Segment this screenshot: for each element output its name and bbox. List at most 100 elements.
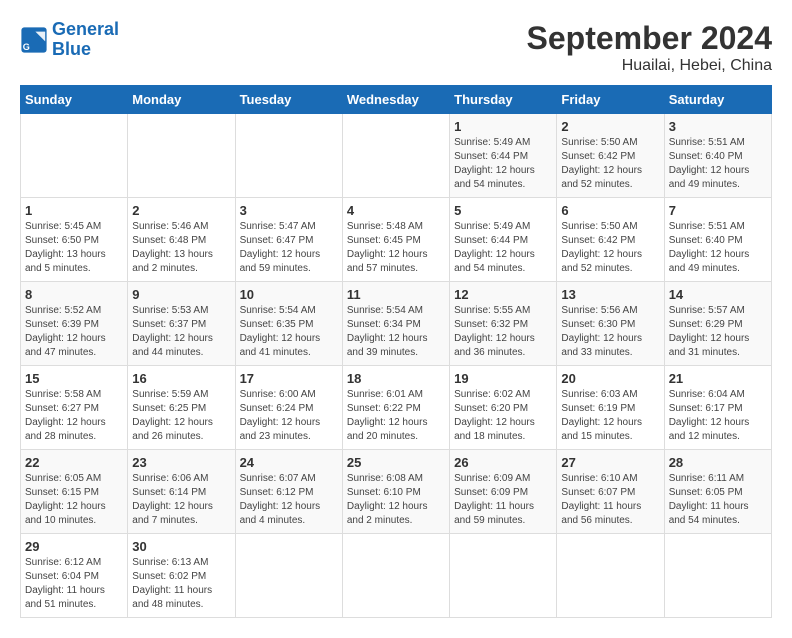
day-cell: 15 Sunrise: 5:58 AMSunset: 6:27 PMDayligh… [21, 366, 128, 450]
day-info: Sunrise: 5:54 AMSunset: 6:34 PMDaylight:… [347, 304, 445, 360]
day-number: 1 [25, 203, 123, 218]
day-cell: 14Sunrise: 5:57 AMSunset: 6:29 PMDayligh… [664, 282, 771, 366]
day-cell: 17Sunrise: 6:00 AMSunset: 6:24 PMDayligh… [235, 366, 342, 450]
day-number: 26 [454, 455, 552, 470]
day-info: Sunrise: 5:50 AMSunset: 6:42 PMDaylight:… [561, 136, 659, 192]
day-number: 12 [454, 287, 552, 302]
day-info: Sunrise: 5:48 AMSunset: 6:45 PMDaylight:… [347, 220, 445, 276]
day-cell: 21 Sunrise: 6:04 AMSunset: 6:17 PMDayligh… [664, 366, 771, 450]
day-info: Sunrise: 5:56 AMSunset: 6:30 PMDaylight:… [561, 304, 659, 360]
day-info: Sunrise: 5:51 AMSunset: 6:40 PMDaylight:… [669, 136, 767, 192]
week-row-1: 1 Sunrise: 5:45 AMSunset: 6:50 PMDaylight… [21, 198, 772, 282]
day-cell: 11 Sunrise: 5:54 AMSunset: 6:34 PMDayligh… [342, 282, 449, 366]
day-info: Sunrise: 5:45 AMSunset: 6:50 PMDaylight:… [25, 220, 123, 276]
logo-line1: General [52, 19, 119, 39]
day-number: 25 [347, 455, 445, 470]
day-number: 2 [561, 119, 659, 134]
day-number: 7 [669, 203, 767, 218]
day-info: Sunrise: 6:13 AMSunset: 6:02 PMDaylight:… [132, 556, 230, 612]
day-info: Sunrise: 6:02 AMSunset: 6:20 PMDaylight:… [454, 388, 552, 444]
day-info: Sunrise: 5:49 AMSunset: 6:44 PMDaylight:… [454, 220, 552, 276]
day-cell: 25 Sunrise: 6:08 AMSunset: 6:10 PMDayligh… [342, 450, 449, 534]
day-info: Sunrise: 6:08 AMSunset: 6:10 PMDaylight:… [347, 472, 445, 528]
day-info: Sunrise: 5:57 AMSunset: 6:29 PMDaylight:… [669, 304, 767, 360]
day-cell [21, 114, 128, 198]
day-cell: 2 Sunrise: 5:46 AMSunset: 6:48 PMDaylight… [128, 198, 235, 282]
day-cell: 5Sunrise: 5:49 AMSunset: 6:44 PMDaylight… [450, 198, 557, 282]
day-info: Sunrise: 5:58 AMSunset: 6:27 PMDaylight:… [25, 388, 123, 444]
day-cell: 23 Sunrise: 6:06 AMSunset: 6:14 PMDayligh… [128, 450, 235, 534]
day-number: 20 [561, 371, 659, 386]
day-info: Sunrise: 5:55 AMSunset: 6:32 PMDaylight:… [454, 304, 552, 360]
day-cell [342, 534, 449, 618]
header-cell-saturday: Saturday [664, 86, 771, 114]
day-info: Sunrise: 6:10 AMSunset: 6:07 PMDaylight:… [561, 472, 659, 528]
header-cell-monday: Monday [128, 86, 235, 114]
logo-line2: Blue [52, 39, 91, 59]
day-info: Sunrise: 5:49 AMSunset: 6:44 PMDaylight:… [454, 136, 552, 192]
day-cell: 6Sunrise: 5:50 AMSunset: 6:42 PMDaylight… [557, 198, 664, 282]
day-number: 23 [132, 455, 230, 470]
day-cell: 8 Sunrise: 5:52 AMSunset: 6:39 PMDaylight… [21, 282, 128, 366]
header-cell-tuesday: Tuesday [235, 86, 342, 114]
day-number: 28 [669, 455, 767, 470]
day-number: 8 [25, 287, 123, 302]
day-number: 2 [132, 203, 230, 218]
day-info: Sunrise: 5:50 AMSunset: 6:42 PMDaylight:… [561, 220, 659, 276]
day-number: 13 [561, 287, 659, 302]
day-cell: 24 Sunrise: 6:07 AMSunset: 6:12 PMDayligh… [235, 450, 342, 534]
day-info: Sunrise: 5:54 AMSunset: 6:35 PMDaylight:… [240, 304, 338, 360]
day-cell [128, 114, 235, 198]
day-cell: 3 Sunrise: 5:47 AMSunset: 6:47 PMDaylight… [235, 198, 342, 282]
svg-text:G: G [23, 42, 30, 52]
day-number: 30 [132, 539, 230, 554]
day-cell [235, 114, 342, 198]
day-cell: 16Sunrise: 5:59 AMSunset: 6:25 PMDayligh… [128, 366, 235, 450]
day-info: Sunrise: 6:06 AMSunset: 6:14 PMDaylight:… [132, 472, 230, 528]
logo: G General Blue [20, 20, 119, 60]
day-cell: 19Sunrise: 6:02 AMSunset: 6:20 PMDayligh… [450, 366, 557, 450]
week-row-3: 15 Sunrise: 5:58 AMSunset: 6:27 PMDayligh… [21, 366, 772, 450]
day-cell: 20Sunrise: 6:03 AMSunset: 6:19 PMDayligh… [557, 366, 664, 450]
day-cell: 26Sunrise: 6:09 AMSunset: 6:09 PMDayligh… [450, 450, 557, 534]
day-number: 3 [669, 119, 767, 134]
header-cell-friday: Friday [557, 86, 664, 114]
day-cell [450, 534, 557, 618]
day-cell: 12 Sunrise: 5:55 AMSunset: 6:32 PMDayligh… [450, 282, 557, 366]
day-cell [342, 114, 449, 198]
day-cell: 22 Sunrise: 6:05 AMSunset: 6:15 PMDayligh… [21, 450, 128, 534]
logo-text: General Blue [52, 20, 119, 60]
day-number: 18 [347, 371, 445, 386]
day-number: 15 [25, 371, 123, 386]
day-number: 29 [25, 539, 123, 554]
day-cell: 13 Sunrise: 5:56 AMSunset: 6:30 PMDayligh… [557, 282, 664, 366]
day-info: Sunrise: 6:07 AMSunset: 6:12 PMDaylight:… [240, 472, 338, 528]
day-info: Sunrise: 6:12 AMSunset: 6:04 PMDaylight:… [25, 556, 123, 612]
day-cell: 10Sunrise: 5:54 AMSunset: 6:35 PMDayligh… [235, 282, 342, 366]
day-info: Sunrise: 6:04 AMSunset: 6:17 PMDaylight:… [669, 388, 767, 444]
day-number: 1 [454, 119, 552, 134]
week-row-4: 22 Sunrise: 6:05 AMSunset: 6:15 PMDayligh… [21, 450, 772, 534]
header-cell-sunday: Sunday [21, 86, 128, 114]
day-number: 21 [669, 371, 767, 386]
day-cell: 2 Sunrise: 5:50 AMSunset: 6:42 PMDaylight… [557, 114, 664, 198]
day-number: 11 [347, 287, 445, 302]
day-number: 3 [240, 203, 338, 218]
day-number: 16 [132, 371, 230, 386]
day-number: 22 [25, 455, 123, 470]
day-info: Sunrise: 5:51 AMSunset: 6:40 PMDaylight:… [669, 220, 767, 276]
day-cell: 27 Sunrise: 6:10 AMSunset: 6:07 PMDayligh… [557, 450, 664, 534]
day-cell [235, 534, 342, 618]
day-info: Sunrise: 5:52 AMSunset: 6:39 PMDaylight:… [25, 304, 123, 360]
day-number: 24 [240, 455, 338, 470]
month-title: September 2024 [527, 20, 772, 57]
header: G General Blue September 2024 Huailai, H… [20, 20, 772, 75]
header-cell-wednesday: Wednesday [342, 86, 449, 114]
day-info: Sunrise: 6:01 AMSunset: 6:22 PMDaylight:… [347, 388, 445, 444]
day-info: Sunrise: 5:47 AMSunset: 6:47 PMDaylight:… [240, 220, 338, 276]
day-cell: 28Sunrise: 6:11 AMSunset: 6:05 PMDayligh… [664, 450, 771, 534]
day-number: 27 [561, 455, 659, 470]
day-info: Sunrise: 6:05 AMSunset: 6:15 PMDaylight:… [25, 472, 123, 528]
day-info: Sunrise: 5:46 AMSunset: 6:48 PMDaylight:… [132, 220, 230, 276]
calendar-table: SundayMondayTuesdayWednesdayThursdayFrid… [20, 85, 772, 618]
